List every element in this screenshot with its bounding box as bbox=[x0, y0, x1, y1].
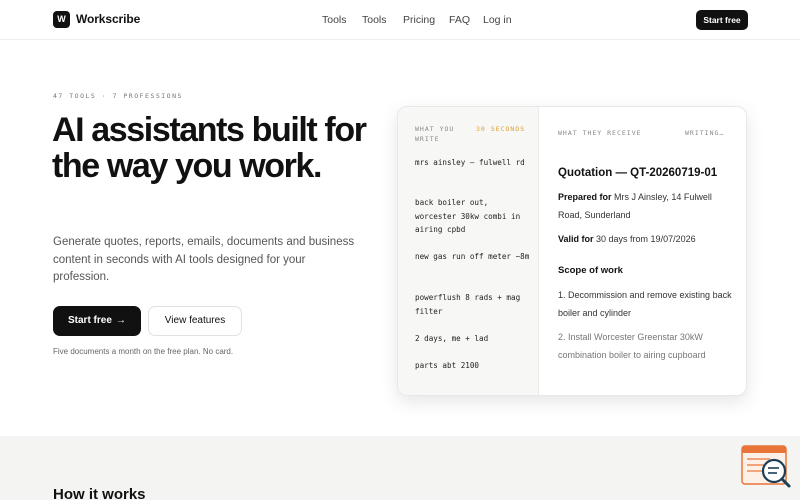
scope-heading: Scope of work bbox=[558, 265, 623, 276]
nav-link-tools-2[interactable]: Tools bbox=[362, 14, 387, 26]
demo-card: WHAT YOU WRITE 30 SECONDS mrs ainsley — … bbox=[397, 106, 747, 396]
valid-for-label: Valid for bbox=[558, 234, 594, 244]
hero-headline: AI assistants built for the way you work… bbox=[52, 111, 367, 185]
nav-link-faq[interactable]: FAQ bbox=[449, 14, 470, 26]
nav-start-free-button[interactable]: Start free bbox=[696, 10, 748, 30]
output-column-label: WHAT THEY RECEIVE bbox=[558, 129, 642, 137]
view-features-button[interactable]: View features bbox=[148, 306, 242, 336]
timer-label: 30 SECONDS bbox=[476, 125, 526, 133]
search-chat-icon[interactable] bbox=[740, 444, 792, 492]
input-notes-panel: WHAT YOU WRITE 30 SECONDS mrs ainsley — … bbox=[398, 107, 539, 395]
note-line: mrs ainsley — fulwell rd bbox=[415, 158, 525, 167]
valid-for-value: 30 days from 19/07/2026 bbox=[596, 234, 696, 244]
top-nav: W Workscribe Tools Tools Pricing FAQ Log… bbox=[0, 0, 800, 40]
free-plan-note: Five documents a month on the free plan.… bbox=[53, 347, 234, 356]
note-line: parts abt 2100 bbox=[415, 361, 480, 370]
nav-links: Tools Tools Pricing FAQ Log in bbox=[0, 14, 800, 28]
valid-for-line: Valid for 30 days from 19/07/2026 bbox=[558, 231, 738, 249]
note-line: 2 days, me + lad bbox=[415, 334, 489, 343]
scope-item: 2. Install Worcester Greenstar 30kW comb… bbox=[558, 332, 706, 360]
note-line: powerflush 8 rads + mag filter bbox=[415, 293, 521, 316]
how-it-works-title: How it works bbox=[53, 486, 146, 500]
writing-status: WRITING… bbox=[685, 129, 725, 137]
note-line: new gas run off meter ~8m bbox=[415, 252, 530, 261]
hero-subhead: Generate quotes, reports, emails, docume… bbox=[53, 236, 355, 283]
note-line: back boiler out, worcester 30kw combi in… bbox=[415, 198, 521, 234]
input-column-label: WHAT YOU WRITE bbox=[415, 125, 455, 143]
hero-eyebrow: 47 TOOLS · 7 PROFESSIONS bbox=[53, 92, 183, 100]
prepared-for-line: Prepared for Mrs J Ainsley, 14 Fulwell R… bbox=[558, 189, 738, 224]
nav-link-tools[interactable]: Tools bbox=[322, 14, 347, 26]
scope-item: 1. Decommission and remove existing back… bbox=[558, 290, 732, 318]
start-free-label: Start free bbox=[68, 315, 112, 326]
prepared-for-label: Prepared for bbox=[558, 192, 612, 202]
nav-link-pricing[interactable]: Pricing bbox=[403, 14, 435, 26]
quote-title: Quotation — QT-20260719-01 bbox=[558, 167, 718, 179]
nav-link-login[interactable]: Log in bbox=[483, 14, 512, 26]
start-free-button[interactable]: Start free → bbox=[53, 306, 141, 336]
arrow-right-icon: → bbox=[116, 315, 126, 326]
